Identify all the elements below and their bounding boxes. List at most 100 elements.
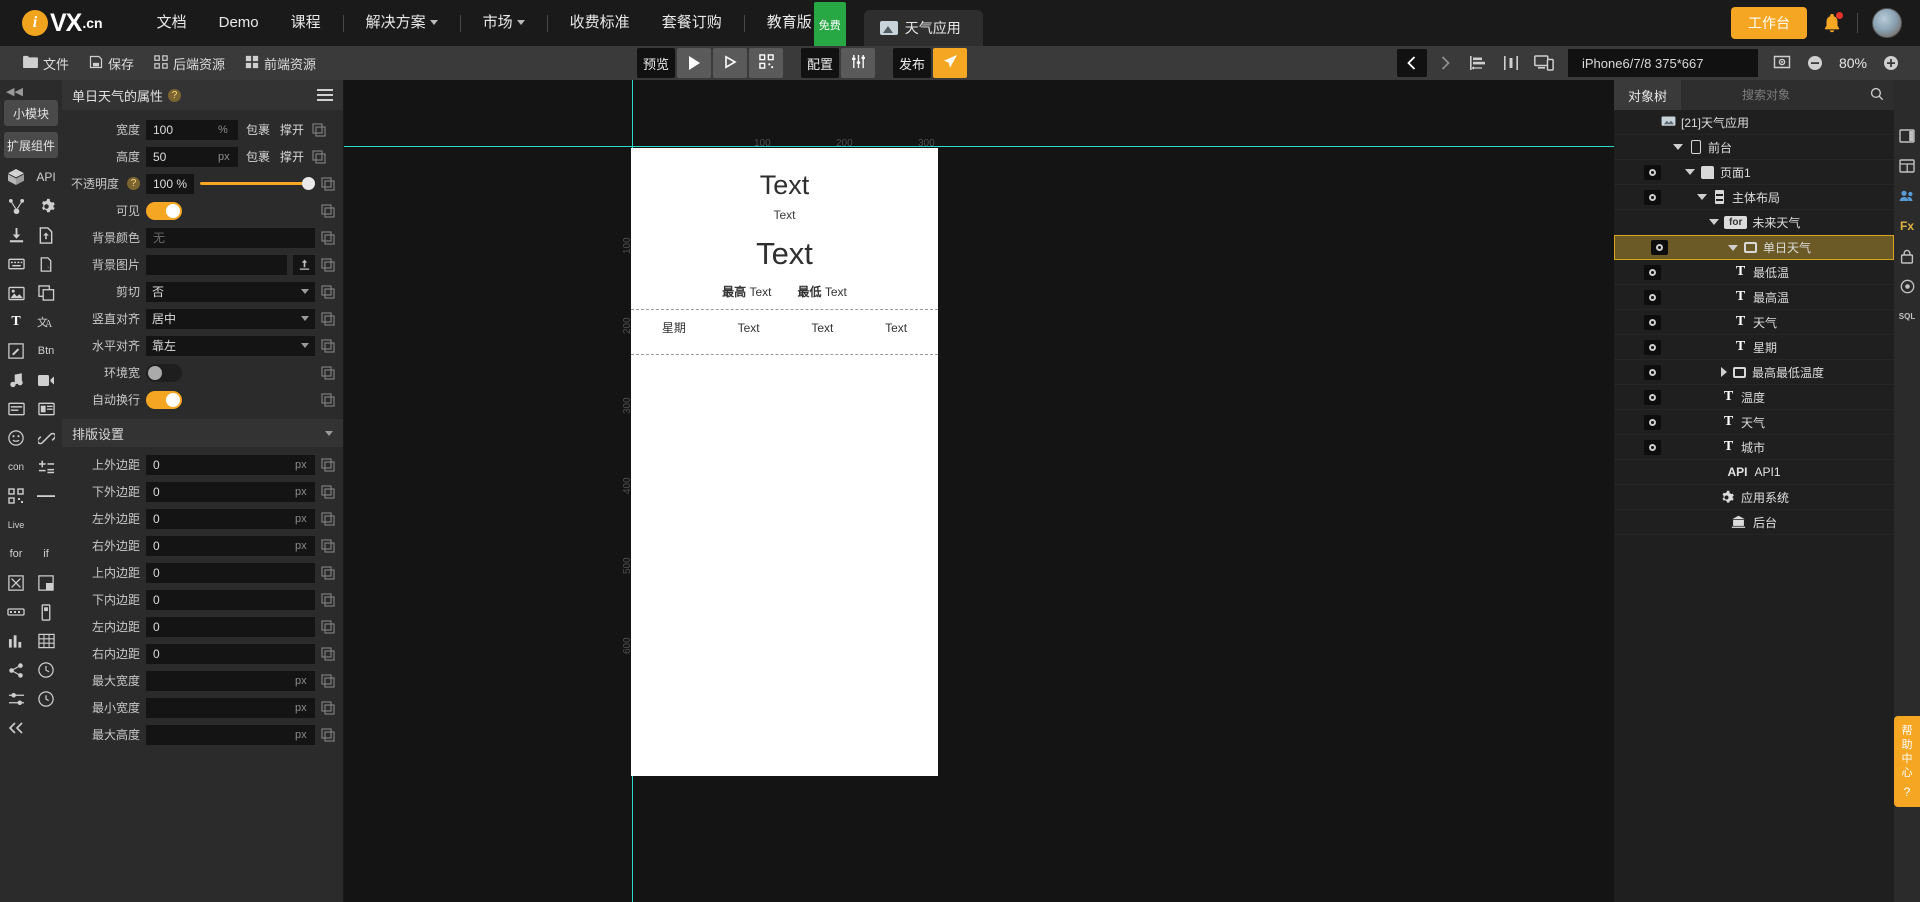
qrcode-icon[interactable] (1, 483, 31, 509)
keyboard-icon[interactable] (1, 251, 31, 277)
rail-tab-small-modules[interactable]: 小模块 (4, 100, 58, 126)
list-icon[interactable] (1, 396, 31, 422)
copy-icon[interactable] (321, 592, 335, 607)
send-button[interactable] (933, 48, 968, 78)
visibility-toggle-icon[interactable] (1644, 289, 1661, 305)
help-icon[interactable]: ? (168, 88, 182, 102)
tree-row[interactable]: 单日天气 (1614, 235, 1894, 260)
height-stretch-option[interactable]: 撑开 (278, 148, 306, 165)
tree-flat-row[interactable]: 后台 (1614, 510, 1894, 535)
align-horizontal-button[interactable] (1463, 49, 1493, 77)
text-icon[interactable]: T (1, 309, 31, 335)
layout-input[interactable] (146, 535, 315, 556)
tree-row[interactable]: 最高最低温度 (1614, 360, 1894, 385)
chart-icon[interactable] (1, 628, 31, 654)
copy-icon[interactable] (321, 619, 335, 634)
translate-icon[interactable]: 文A (31, 309, 61, 335)
visibility-toggle-icon[interactable] (1644, 264, 1661, 280)
visibility-toggle-icon[interactable] (1644, 339, 1661, 355)
video-icon[interactable] (31, 367, 61, 393)
design-canvas[interactable]: 100 200 300 100 200 300 400 500 600 Text… (344, 80, 1614, 902)
tree-row[interactable]: [21]天气应用 (1614, 110, 1894, 135)
vertical-align-select[interactable]: 居中 (146, 308, 315, 329)
copy-icon[interactable] (321, 284, 335, 299)
copy-icon[interactable] (321, 511, 335, 526)
publish-button[interactable]: 发布 (893, 48, 932, 78)
history-icon[interactable] (31, 686, 61, 712)
nav-item-education[interactable]: 教育版 免费 (751, 0, 846, 50)
save-button[interactable]: 保存 (80, 50, 143, 77)
zoom-out-button[interactable] (1800, 49, 1830, 77)
layout-input[interactable] (146, 724, 315, 745)
copy-icon[interactable] (321, 257, 335, 272)
tree-flat-row[interactable]: 应用系统 (1614, 485, 1894, 510)
line-icon[interactable] (31, 483, 61, 509)
nav-item-market[interactable]: 市场 (467, 0, 541, 46)
link-icon[interactable] (31, 425, 61, 451)
visibility-toggle-icon[interactable] (1651, 240, 1668, 255)
download-icon[interactable] (1, 222, 31, 248)
if-icon[interactable]: if (31, 541, 61, 567)
tree-row[interactable]: T 最低温 (1614, 260, 1894, 285)
file-button[interactable]: 文件 (14, 50, 78, 77)
slider-icon[interactable] (1, 599, 31, 625)
tree-row[interactable]: for 未来天气 (1614, 210, 1894, 235)
gesture-icon[interactable] (31, 251, 61, 277)
help-icon[interactable]: ? (127, 177, 140, 190)
app-tab-weather[interactable]: 天气应用 (863, 10, 983, 46)
chevron-down-icon[interactable] (1709, 219, 1719, 225)
nav-item-solutions[interactable]: 解决方案 (350, 0, 454, 46)
height-wrap-option[interactable]: 包裹 (244, 148, 272, 165)
copy-icon[interactable] (321, 727, 335, 742)
target-icon[interactable] (1897, 276, 1917, 296)
chevron-down-icon[interactable] (1673, 144, 1683, 150)
plusminus-icon[interactable] (31, 454, 61, 480)
settings-sliders-icon[interactable] (1, 686, 31, 712)
edit-icon[interactable] (1, 338, 31, 364)
align-vertical-button[interactable] (1496, 49, 1526, 77)
layers-icon[interactable] (1897, 156, 1917, 176)
tree-row[interactable]: T 最高温 (1614, 285, 1894, 310)
copy-icon[interactable] (321, 646, 335, 661)
clone-icon[interactable] (31, 280, 61, 306)
user-avatar[interactable] (1872, 8, 1902, 38)
layout-input[interactable] (146, 616, 315, 637)
visibility-toggle-icon[interactable] (1644, 314, 1661, 330)
button-icon[interactable]: Btn (31, 338, 61, 364)
preview-button[interactable]: 预览 (637, 48, 676, 78)
screenshot-button[interactable] (1767, 49, 1797, 77)
zoom-in-button[interactable] (1876, 49, 1906, 77)
help-center-button[interactable]: 帮助中心 ? (1894, 716, 1920, 807)
people-icon[interactable] (1897, 186, 1917, 206)
search-icon[interactable] (1870, 87, 1884, 104)
upload-icon[interactable] (293, 254, 315, 275)
face-icon[interactable] (1, 425, 31, 451)
layout-input[interactable] (146, 481, 315, 502)
layout-input[interactable] (146, 670, 315, 691)
run-alt-button[interactable] (713, 48, 748, 78)
lock-icon[interactable] (1897, 246, 1917, 266)
prev-page-button[interactable] (1397, 49, 1427, 77)
nav-item-pricing[interactable]: 收费标准 (554, 0, 646, 46)
logo[interactable]: i VX .cn (22, 9, 103, 38)
background-image-input[interactable] (146, 254, 287, 275)
rail-tab-extensions[interactable]: 扩展组件 (4, 132, 58, 158)
comment-icon[interactable]: con (1, 454, 31, 480)
tab-object-tree[interactable]: 对象树 (1614, 80, 1682, 110)
opacity-input[interactable] (146, 173, 194, 194)
tree-row[interactable]: T 天气 (1614, 310, 1894, 335)
component-icon[interactable] (31, 570, 61, 596)
search-input[interactable] (1691, 88, 1842, 102)
tree-row[interactable]: T 城市 (1614, 435, 1894, 460)
connector-icon[interactable] (1, 193, 31, 219)
layout-input[interactable] (146, 454, 315, 475)
tree-row[interactable]: T 温度 (1614, 385, 1894, 410)
copy-icon[interactable] (321, 311, 335, 326)
image-icon[interactable] (1, 280, 31, 306)
collapse-rail-button[interactable]: ◀◀ (0, 84, 23, 100)
copy-icon[interactable] (312, 149, 326, 164)
env-width-toggle[interactable] (146, 363, 182, 382)
width-wrap-option[interactable]: 包裹 (244, 121, 272, 138)
file-upload-icon[interactable] (31, 222, 61, 248)
device-preview-button[interactable] (1529, 49, 1559, 77)
